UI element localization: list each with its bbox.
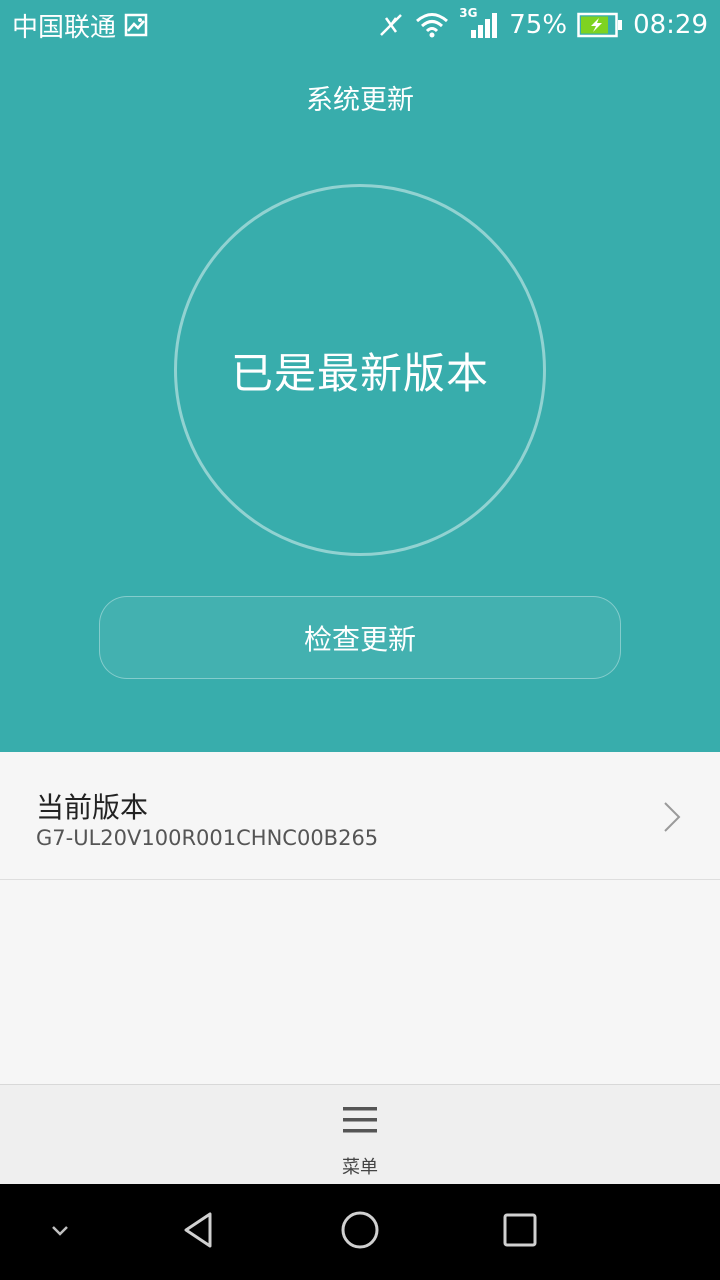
- clock: 08:29: [633, 10, 708, 40]
- status-left: 中国联通: [12, 7, 148, 43]
- check-update-label: 检查更新: [303, 622, 416, 656]
- current-version-title: 当前版本: [36, 791, 149, 824]
- battery-percent: 75%: [509, 10, 568, 40]
- chevron-down-icon: [49, 1223, 71, 1242]
- recents-square-icon: [500, 1210, 540, 1254]
- cellular-signal-icon: 3G: [459, 6, 499, 40]
- carrier-name: 中国联通: [12, 12, 117, 43]
- current-version-row[interactable]: 当前版本 G7-UL20V100R001CHNC00B265: [0, 752, 720, 880]
- hide-nav-button[interactable]: [32, 1204, 88, 1260]
- status-ring: 已是最新版本: [174, 184, 546, 556]
- vibrate-off-icon: [377, 11, 405, 39]
- android-navigation-bar: [0, 1184, 720, 1280]
- home-button[interactable]: [332, 1204, 388, 1260]
- header-area: 中国联通 3G 75% 08:29 系统更新 已是最新版本 检查更新: [0, 0, 720, 752]
- bottom-menu-bar: 菜单: [0, 1084, 720, 1184]
- back-button[interactable]: [172, 1204, 228, 1260]
- check-update-button[interactable]: 检查更新: [99, 596, 621, 679]
- wifi-icon: [415, 11, 449, 39]
- battery-charging-icon: [577, 12, 623, 38]
- status-right: 3G 75% 08:29: [377, 6, 708, 43]
- menu-label: 菜单: [342, 1157, 378, 1178]
- update-status-text: 已是最新版本: [230, 348, 489, 398]
- content-area: 当前版本 G7-UL20V100R001CHNC00B265: [0, 752, 720, 1084]
- image-notification-icon: [124, 13, 148, 37]
- chevron-right-icon: [662, 800, 682, 838]
- home-circle-icon: [339, 1209, 381, 1255]
- back-triangle-icon: [180, 1210, 220, 1254]
- status-bar: 中国联通 3G 75% 08:29: [0, 0, 720, 50]
- hamburger-menu-icon: [343, 1105, 377, 1139]
- page-title: 系统更新: [306, 85, 414, 116]
- current-version-value: G7-UL20V100R001CHNC00B265: [36, 826, 379, 850]
- menu-button[interactable]: 菜单: [310, 1085, 410, 1185]
- recents-button[interactable]: [492, 1204, 548, 1260]
